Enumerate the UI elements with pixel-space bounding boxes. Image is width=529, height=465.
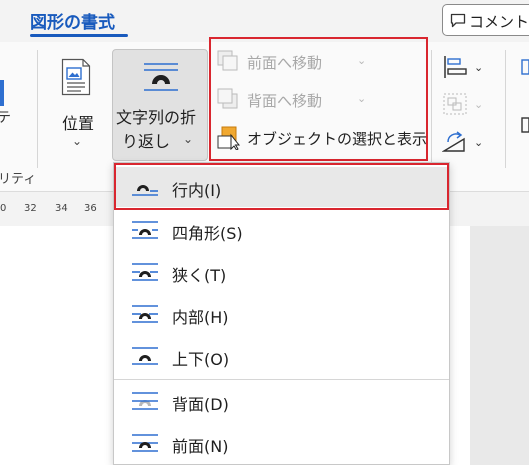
- behind-text-icon: [132, 392, 158, 414]
- position-icon: [61, 58, 91, 100]
- position-button[interactable]: 位置 ⌄: [48, 48, 106, 160]
- menu-item-label: 四角形(S): [172, 224, 243, 243]
- in-front-of-text-icon: [132, 434, 158, 456]
- chevron-down-icon: ⌄: [474, 98, 484, 111]
- group-label-accessibility: リティ: [0, 172, 37, 187]
- chevron-down-icon: ⌄: [72, 134, 83, 148]
- menu-item-label: 上下(O): [172, 350, 230, 369]
- partial-button-label: テ: [0, 110, 11, 126]
- active-tab-indicator: [30, 34, 128, 37]
- top-bottom-wrap-icon: [132, 347, 158, 369]
- chevron-down-icon: ⌄: [357, 92, 367, 105]
- partial-icon: [520, 58, 529, 142]
- comment-label: コメント: [469, 13, 529, 31]
- selection-pane-label: オブジェクトの選択と表示: [247, 130, 428, 148]
- wrap-text-label-line1: 文字列の折: [116, 108, 197, 127]
- bring-forward-button[interactable]: 前面へ移動 ⌄: [217, 48, 427, 78]
- tab-shape-format[interactable]: 図形の書式: [30, 8, 115, 33]
- menu-item-tight[interactable]: 狭く(T): [114, 252, 449, 292]
- bring-forward-icon: [217, 50, 239, 76]
- group-objects-icon[interactable]: [442, 92, 468, 120]
- position-label: 位置: [62, 114, 95, 133]
- ruler-tick-label: 0: [0, 203, 7, 214]
- square-wrap-icon: [132, 221, 158, 243]
- ruler-tick-label: 32: [24, 203, 37, 214]
- menu-item-through[interactable]: 内部(H): [114, 294, 449, 334]
- chevron-down-icon: ⌄: [474, 136, 484, 149]
- through-wrap-icon: [132, 305, 158, 327]
- menu-item-in-front-of-text[interactable]: 前面(N): [114, 423, 449, 463]
- menu-item-top-bottom[interactable]: 上下(O): [114, 336, 449, 376]
- chevron-down-icon: ⌄: [357, 54, 367, 67]
- tight-wrap-icon: [132, 263, 158, 285]
- menu-item-label: 内部(H): [172, 308, 229, 327]
- wrap-text-label-line2: り返し: [122, 132, 171, 151]
- chevron-down-icon: ⌄: [474, 61, 484, 74]
- ribbon-tab-strip: 図形の書式 コメント: [0, 0, 529, 42]
- wrap-text-icon: [143, 62, 179, 96]
- align-icon[interactable]: [442, 55, 468, 83]
- menu-item-behind-text[interactable]: 背面(D): [114, 381, 449, 421]
- group-divider: [431, 50, 432, 168]
- send-backward-button[interactable]: 背面へ移動 ⌄: [217, 86, 427, 116]
- selection-pane-icon: [217, 126, 243, 154]
- comment-icon: [450, 13, 466, 32]
- send-backward-icon: [217, 88, 239, 114]
- ruler-tick-label: 36: [84, 203, 97, 214]
- menu-item-highlight: [114, 163, 449, 210]
- selection-pane-button[interactable]: オブジェクトの選択と表示: [217, 124, 427, 154]
- menu-separator: [114, 379, 449, 380]
- send-backward-label: 背面へ移動: [247, 92, 323, 110]
- rotate-icon[interactable]: [441, 130, 468, 158]
- bring-forward-label: 前面へ移動: [247, 54, 323, 72]
- wrap-text-button[interactable]: 文字列の折 り返し ⌄: [112, 49, 208, 161]
- ruler-tick-label: 34: [55, 203, 68, 214]
- menu-item-label: 狭く(T): [172, 266, 227, 285]
- group-divider: [37, 50, 38, 168]
- menu-item-label: 前面(N): [172, 437, 229, 456]
- chevron-down-icon: ⌄: [183, 132, 194, 146]
- group-divider: [505, 50, 506, 168]
- wrap-text-menu: 行内(I) 四角形(S) 狭く(T) 内部(H) 上下(O) 背面(D) 前面(…: [113, 162, 450, 465]
- partial-button-icon: [0, 80, 4, 106]
- menu-item-label: 背面(D): [172, 395, 229, 414]
- document-margin: [470, 226, 529, 465]
- comment-button[interactable]: コメント: [442, 4, 529, 36]
- arrange-group-highlight: 前面へ移動 ⌄ 背面へ移動 ⌄ オブジェクトの選択と表示: [209, 37, 428, 161]
- menu-item-square[interactable]: 四角形(S): [114, 210, 449, 250]
